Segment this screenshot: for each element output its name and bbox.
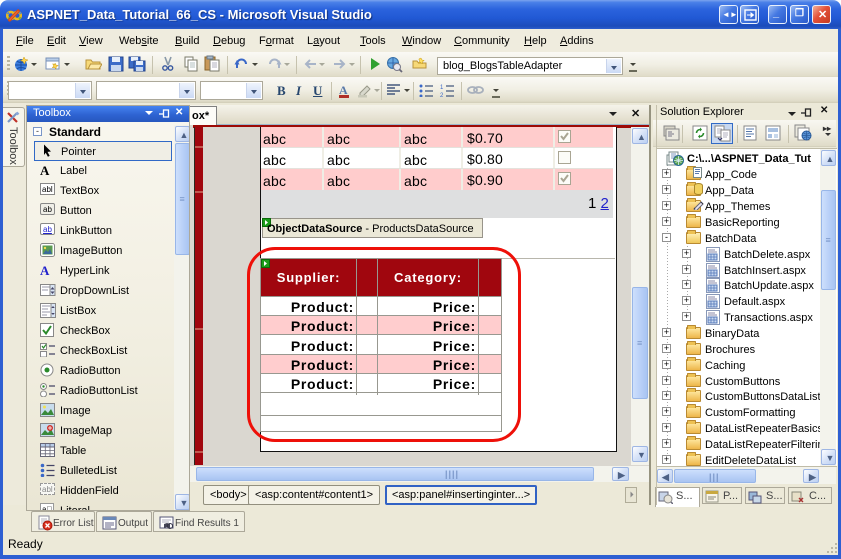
- svg-text:1: 1: [440, 85, 444, 91]
- svg-text:2: 2: [440, 93, 444, 97]
